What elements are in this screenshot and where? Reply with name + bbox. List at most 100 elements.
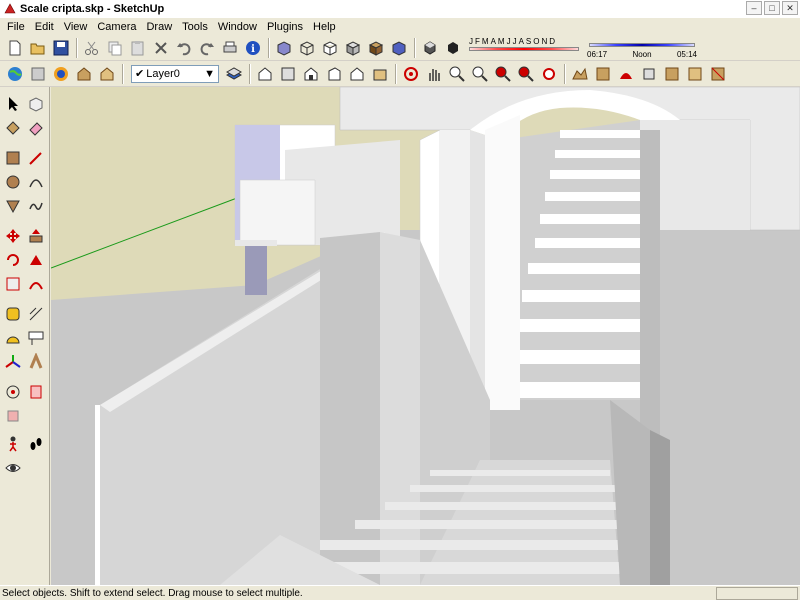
undo-button[interactable]	[173, 37, 195, 59]
new-file-button[interactable]	[4, 37, 26, 59]
share-model-button[interactable]	[96, 63, 118, 85]
save-button[interactable]	[50, 37, 72, 59]
3d-text-tool[interactable]	[25, 351, 47, 373]
component-icon	[29, 97, 43, 112]
menu-plugins[interactable]: Plugins	[262, 21, 308, 33]
model-info-button[interactable]: i	[242, 37, 264, 59]
smoove-button[interactable]	[615, 63, 637, 85]
shadow-sliders[interactable]: J F M A M J J A S O N D 06:17 Noon 05:14	[469, 37, 701, 59]
menu-draw[interactable]: Draw	[141, 21, 177, 33]
zoom-button[interactable]	[446, 63, 468, 85]
section-plane-tool[interactable]	[25, 381, 47, 403]
back-view-button[interactable]	[346, 63, 368, 85]
display-shadows-button[interactable]	[442, 37, 464, 59]
select-tool[interactable]	[2, 93, 24, 115]
add-detail-button[interactable]	[684, 63, 706, 85]
shaded-button[interactable]	[342, 37, 364, 59]
close-button[interactable]: ✕	[782, 1, 798, 15]
line-tool[interactable]	[25, 147, 47, 169]
google-earth-button[interactable]	[4, 63, 26, 85]
layer-dropdown[interactable]: ✔ Layer0 ▼	[131, 64, 219, 83]
date-slider[interactable]	[469, 46, 579, 51]
previous-view-button[interactable]	[492, 63, 514, 85]
print-button[interactable]	[219, 37, 241, 59]
sandbox-from-scratch-button[interactable]	[592, 63, 614, 85]
position-camera-tool[interactable]	[2, 405, 24, 427]
toolbar-separator	[564, 63, 566, 84]
front-view-button[interactable]	[300, 63, 322, 85]
stamp-button[interactable]	[638, 63, 660, 85]
zoom-window-button[interactable]	[469, 63, 491, 85]
drape-button[interactable]	[661, 63, 683, 85]
sandbox-from-contours-button[interactable]	[569, 63, 591, 85]
shadow-settings-button[interactable]	[419, 37, 441, 59]
eraser-tool[interactable]	[25, 117, 47, 139]
minimize-button[interactable]: –	[746, 1, 762, 15]
component-warehouse-button[interactable]	[73, 63, 95, 85]
next-view-button[interactable]	[515, 63, 537, 85]
model-viewport[interactable]	[51, 87, 800, 585]
maximize-button[interactable]: □	[764, 1, 780, 15]
time-slider[interactable]	[589, 42, 695, 47]
circle-tool[interactable]	[2, 171, 24, 193]
menu-view[interactable]: View	[59, 21, 93, 33]
scale-tool[interactable]	[2, 273, 24, 295]
look-around-tool[interactable]	[2, 457, 24, 479]
get-image-button[interactable]	[27, 63, 49, 85]
flip-edge-button[interactable]	[707, 63, 729, 85]
shaded-textures-button[interactable]	[365, 37, 387, 59]
make-component-tool[interactable]	[25, 93, 47, 115]
follow-me-tool[interactable]	[25, 249, 47, 271]
protractor-icon	[6, 336, 20, 344]
top-view-button[interactable]	[277, 63, 299, 85]
arc-tool[interactable]	[25, 171, 47, 193]
stamp-icon	[643, 68, 655, 79]
iso-view-button[interactable]	[254, 63, 276, 85]
rotate-tool[interactable]	[2, 249, 24, 271]
menu-file[interactable]: File	[2, 21, 30, 33]
tape-measure-tool[interactable]	[2, 303, 24, 325]
hidden-line-button[interactable]	[319, 37, 341, 59]
measurements-box[interactable]	[716, 587, 798, 600]
menu-window[interactable]: Window	[213, 21, 262, 33]
right-view-button[interactable]	[323, 63, 345, 85]
menu-help[interactable]: Help	[308, 21, 341, 33]
3d-text-icon	[29, 353, 43, 369]
offset-tool[interactable]	[25, 273, 47, 295]
month-label: F	[475, 36, 480, 46]
walk-tool[interactable]	[2, 433, 24, 455]
dimension-tool[interactable]	[25, 303, 47, 325]
paint-bucket-tool[interactable]	[2, 117, 24, 139]
pan-button[interactable]	[423, 63, 445, 85]
zoom-extents-button[interactable]	[538, 63, 560, 85]
left-view-button[interactable]	[369, 63, 391, 85]
menu-edit[interactable]: Edit	[30, 21, 59, 33]
monochrome-button[interactable]	[388, 37, 410, 59]
footprints-tool[interactable]	[25, 433, 47, 455]
cut-button[interactable]	[81, 37, 103, 59]
push-pull-tool[interactable]	[25, 225, 47, 247]
move-tool[interactable]	[2, 225, 24, 247]
copy-button[interactable]	[104, 37, 126, 59]
open-file-button[interactable]	[27, 37, 49, 59]
protractor-tool[interactable]	[2, 327, 24, 349]
polygon-tool[interactable]	[2, 195, 24, 217]
rectangle-tool[interactable]	[2, 147, 24, 169]
offset-icon	[29, 282, 43, 290]
paste-button[interactable]	[127, 37, 149, 59]
layer-manager-button[interactable]	[223, 63, 245, 85]
freehand-tool[interactable]	[25, 195, 47, 217]
menu-camera[interactable]: Camera	[92, 21, 141, 33]
google-button[interactable]	[50, 63, 72, 85]
orbit-button[interactable]	[400, 63, 422, 85]
erase-button[interactable]	[150, 37, 172, 59]
toolbar-separator	[268, 37, 270, 58]
orbit-tool[interactable]	[2, 381, 24, 403]
house-front-icon	[304, 66, 318, 80]
axes-tool[interactable]	[2, 351, 24, 373]
redo-button[interactable]	[196, 37, 218, 59]
menu-tools[interactable]: Tools	[177, 21, 213, 33]
xray-button[interactable]	[273, 37, 295, 59]
wireframe-button[interactable]	[296, 37, 318, 59]
text-tool[interactable]	[25, 327, 47, 349]
